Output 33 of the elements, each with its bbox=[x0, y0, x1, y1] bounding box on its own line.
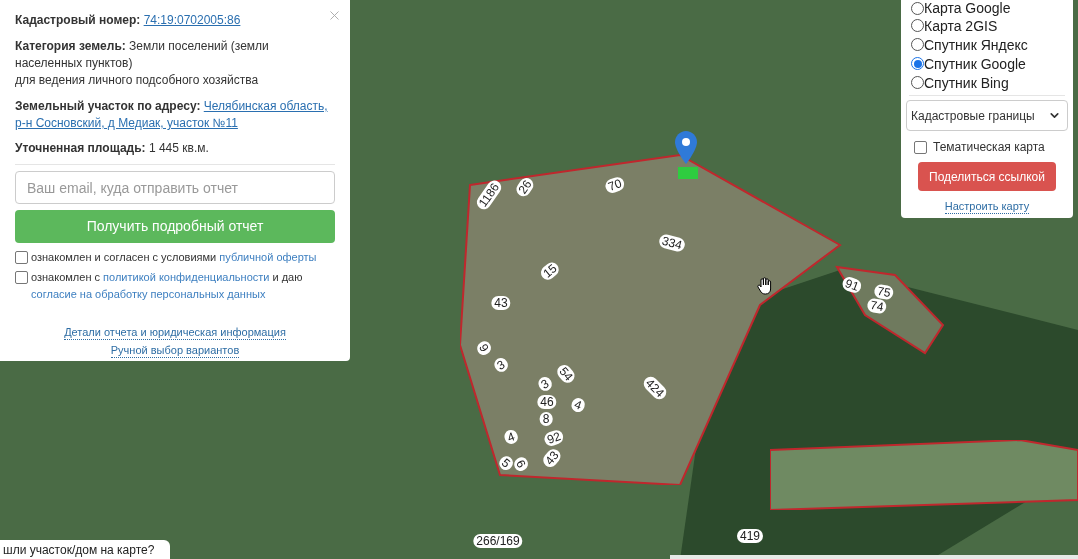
thematic-map-label[interactable]: Тематическая карта bbox=[933, 138, 1045, 156]
bottom-prompt-button[interactable]: шли участок/дом на карте? bbox=[0, 540, 170, 559]
details-link[interactable]: Ручной выбор вариантов bbox=[110, 343, 240, 358]
consent-text: ознакомлен и согласен с условиями публичной оферты bbox=[31, 250, 318, 265]
cadastral-number-link[interactable]: 74:19:0702005:86 bbox=[143, 13, 241, 27]
layer-option-label[interactable]: Спутник Яндекс bbox=[924, 36, 1028, 53]
parcel-number-label: 266/169 bbox=[473, 534, 523, 548]
map-pin-icon bbox=[675, 131, 697, 164]
consent-link[interactable]: политикой конфиденциальности bbox=[103, 271, 270, 283]
overlay-select[interactable]: Кадастровые границы bbox=[906, 100, 1068, 131]
share-link-button[interactable]: Поделиться ссылкой bbox=[918, 162, 1056, 191]
area-text: Уточненная площадь: 1 445 кв.м. bbox=[15, 140, 209, 157]
address-link[interactable]: Челябинская область, bbox=[203, 99, 328, 113]
address-label: Земельный участок по адресу: bbox=[15, 99, 201, 113]
selected-parcel-drawing bbox=[678, 167, 698, 179]
layer-option-label[interactable]: Карта 2GIS bbox=[924, 17, 998, 34]
hand-cursor-icon bbox=[757, 277, 773, 295]
details-link[interactable]: Детали отчета и юридическая информация bbox=[64, 325, 286, 340]
consent-link[interactable]: согласие на обработку персональных данных bbox=[31, 288, 266, 300]
layer-option-label[interactable]: Карта Google bbox=[924, 0, 1011, 16]
land-category-text: Категория земель: Земли поселений (земли населенных пунктов) bbox=[15, 38, 270, 72]
layer-option-label[interactable]: Спутник Google bbox=[924, 55, 1026, 72]
email-input-field[interactable]: Ваш email, куда отправить отчет bbox=[15, 171, 335, 204]
cadastral-number-label: Кадастровый номер: bbox=[15, 13, 141, 27]
consent-checkbox[interactable] bbox=[15, 271, 28, 284]
consent-checkbox[interactable] bbox=[15, 251, 28, 264]
consent-link[interactable]: публичной оферты bbox=[219, 251, 317, 263]
address-link[interactable]: р-н Сосновский, д Медиак, участок №11 bbox=[15, 116, 238, 130]
map-settings-link[interactable]: Настроить карту bbox=[944, 200, 1030, 214]
land-use-text: для ведения личного подсобного хозяйства bbox=[15, 72, 259, 89]
thematic-map-checkbox[interactable] bbox=[914, 140, 927, 154]
consent-text: ознакомлен с политикой конфиденциальности и даю согласие на обработку персональных данных bbox=[31, 270, 304, 302]
layer-option-label[interactable]: Спутник Bing bbox=[924, 74, 1009, 91]
